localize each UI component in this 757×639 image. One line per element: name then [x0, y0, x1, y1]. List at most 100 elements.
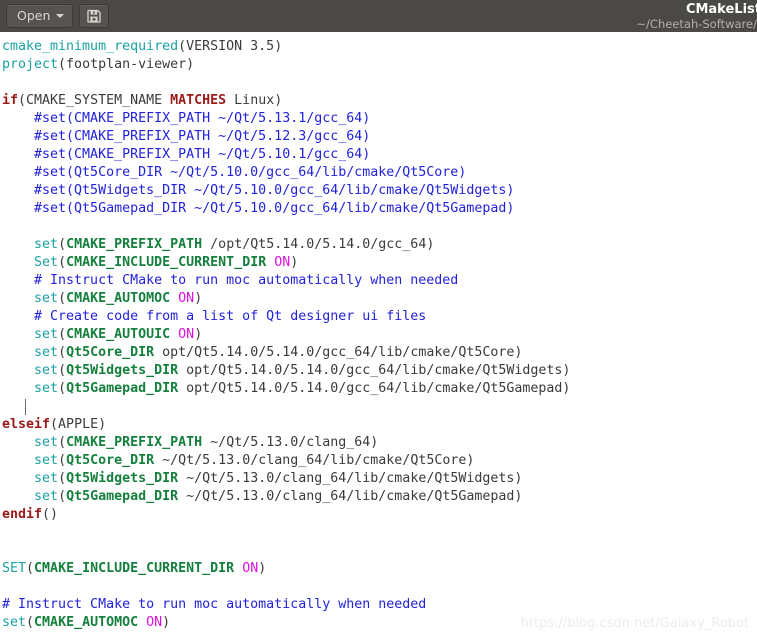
code-token: ( [58, 471, 67, 486]
code-token: set [34, 291, 59, 306]
code-line[interactable]: project(footplan-viewer) [2, 56, 757, 74]
code-token: set [34, 453, 59, 468]
code-line[interactable] [2, 578, 757, 596]
code-token: set [34, 435, 59, 450]
code-token: # Instruct CMake to run moc automaticall… [2, 273, 459, 288]
code-line[interactable]: elseif(APPLE) [2, 416, 757, 434]
code-line[interactable]: # Create code from a list of Qt designer… [2, 308, 757, 326]
code-line[interactable] [2, 74, 757, 92]
code-line[interactable]: set(Qt5Widgets_DIR opt/Qt5.14.0/5.14.0/g… [2, 362, 757, 380]
code-token: ) [194, 327, 203, 342]
code-token: set [34, 471, 59, 486]
code-line[interactable]: cmake_minimum_required(VERSION 3.5) [2, 38, 757, 56]
document-title-block: CMakeList ~/Cheetah-Software/f [636, 0, 757, 32]
code-token: ~/Qt/5.13.0/clang_64/lib/cmake/Qt5Core) [154, 453, 475, 468]
code-token: ) [162, 615, 171, 630]
code-line[interactable]: Set(CMAKE_INCLUDE_CURRENT_DIR ON) [2, 254, 757, 272]
code-line[interactable]: # Instruct CMake to run moc automaticall… [2, 272, 757, 290]
code-token: Set [34, 255, 59, 270]
save-as-button[interactable] [79, 4, 110, 28]
code-line[interactable] [2, 398, 757, 416]
text-editor-area[interactable]: cmake_minimum_required(VERSION 3.5) proje… [0, 32, 757, 639]
code-token: Qt5Gamepad_DIR [66, 489, 179, 504]
code-token: #set(CMAKE_PREFIX_PATH ~/Qt/5.10.1/gcc_6… [2, 147, 371, 162]
code-token: ( [58, 363, 67, 378]
code-token: /opt/Qt5.14.0/5.14.0/gcc_64) [202, 237, 435, 252]
code-token: ( [58, 255, 67, 270]
code-line[interactable]: set(CMAKE_AUTOMOC ON) [2, 614, 757, 632]
code-token: CMAKE_PREFIX_PATH [66, 435, 203, 450]
code-line[interactable]: set(Qt5Gamepad_DIR ~/Qt/5.13.0/clang_64/… [2, 488, 757, 506]
code-token: ( [58, 381, 67, 396]
code-token: (APPLE) [50, 417, 107, 432]
code-line[interactable]: set(Qt5Core_DIR opt/Qt5.14.0/5.14.0/gcc_… [2, 344, 757, 362]
code-token: ) [258, 561, 267, 576]
code-line[interactable]: #set(Qt5Core_DIR ~/Qt/5.10.0/gcc_64/lib/… [2, 164, 757, 182]
code-line[interactable]: set(Qt5Widgets_DIR ~/Qt/5.13.0/clang_64/… [2, 470, 757, 488]
code-token: project [2, 57, 59, 72]
chevron-down-icon [56, 14, 65, 18]
code-line[interactable]: set(CMAKE_PREFIX_PATH /opt/Qt5.14.0/5.14… [2, 236, 757, 254]
code-line[interactable]: set(CMAKE_AUTOUIC ON) [2, 326, 757, 344]
code-line[interactable]: #set(Qt5Widgets_DIR ~/Qt/5.10.0/gcc_64/l… [2, 182, 757, 200]
code-token: ON [242, 561, 259, 576]
code-token: #set(Qt5Widgets_DIR ~/Qt/5.10.0/gcc_64/l… [2, 183, 515, 198]
code-line[interactable]: #set(CMAKE_PREFIX_PATH ~/Qt/5.12.3/gcc_6… [2, 128, 757, 146]
code-line[interactable]: if(CMAKE_SYSTEM_NAME MATCHES Linux) [2, 92, 757, 110]
code-token: if [2, 93, 19, 108]
code-line[interactable]: # Instruct CMake to run moc automaticall… [2, 596, 757, 614]
code-token: CMAKE_AUTOMOC [66, 291, 171, 306]
code-token: #set(Qt5Gamepad_DIR ~/Qt/5.10.0/gcc_64/l… [2, 201, 515, 216]
code-token: opt/Qt5.14.0/5.14.0/gcc_64/lib/cmake/Qt5… [178, 381, 571, 396]
code-line[interactable] [2, 542, 757, 560]
code-token: ( [58, 345, 67, 360]
code-token: opt/Qt5.14.0/5.14.0/gcc_64/lib/cmake/Qt5… [178, 363, 571, 378]
code-line[interactable]: #set(Qt5Gamepad_DIR ~/Qt/5.10.0/gcc_64/l… [2, 200, 757, 218]
code-line[interactable]: set(Qt5Gamepad_DIR opt/Qt5.14.0/5.14.0/g… [2, 380, 757, 398]
code-line[interactable]: #set(CMAKE_PREFIX_PATH ~/Qt/5.10.1/gcc_6… [2, 146, 757, 164]
code-token: Qt5Widgets_DIR [66, 363, 179, 378]
code-token: CMAKE_INCLUDE_CURRENT_DIR [66, 255, 267, 270]
code-line[interactable]: set(Qt5Core_DIR ~/Qt/5.13.0/clang_64/lib… [2, 452, 757, 470]
code-token: Qt5Widgets_DIR [66, 471, 179, 486]
code-line[interactable] [2, 524, 757, 542]
code-token: set [34, 381, 59, 396]
code-token: set [34, 237, 59, 252]
code-line[interactable]: SET(CMAKE_INCLUDE_CURRENT_DIR ON) [2, 560, 757, 578]
code-line[interactable] [2, 218, 757, 236]
open-button[interactable]: Open [6, 4, 74, 28]
code-token: Qt5Core_DIR [66, 345, 155, 360]
code-token: elseif [2, 417, 51, 432]
code-line[interactable]: endif() [2, 506, 757, 524]
code-token: MATCHES [170, 93, 227, 108]
document-title: CMakeList [685, 1, 757, 17]
code-token: ~/Qt/5.13.0/clang_64/lib/cmake/Qt5Gamepa… [178, 489, 523, 504]
code-token: ~/Qt/5.13.0/clang_64) [202, 435, 379, 450]
code-token: ON [178, 291, 195, 306]
source-code[interactable]: cmake_minimum_required(VERSION 3.5) proje… [0, 38, 757, 632]
code-token: ( [58, 453, 67, 468]
code-token: set [34, 363, 59, 378]
code-token: CMAKE_INCLUDE_CURRENT_DIR [34, 561, 235, 576]
save-as-floppy-icon [86, 8, 102, 24]
code-token: ( [58, 489, 67, 504]
text-cursor [25, 399, 26, 415]
code-line[interactable]: #set(CMAKE_PREFIX_PATH ~/Qt/5.13.1/gcc_6… [2, 110, 757, 128]
titlebar-toolbar: Open [6, 4, 110, 28]
code-line[interactable]: set(CMAKE_AUTOMOC ON) [2, 290, 757, 308]
code-token: set [34, 489, 59, 504]
titlebar: Open CMakeList ~/Cheetah-Software/f [0, 0, 757, 32]
code-line[interactable]: set(CMAKE_PREFIX_PATH ~/Qt/5.13.0/clang_… [2, 434, 757, 452]
code-token: #set(CMAKE_PREFIX_PATH ~/Qt/5.13.1/gcc_6… [2, 111, 371, 126]
open-button-label: Open [17, 7, 51, 23]
code-token: ( [58, 291, 67, 306]
code-token: ( [26, 615, 35, 630]
code-token: set [34, 345, 59, 360]
